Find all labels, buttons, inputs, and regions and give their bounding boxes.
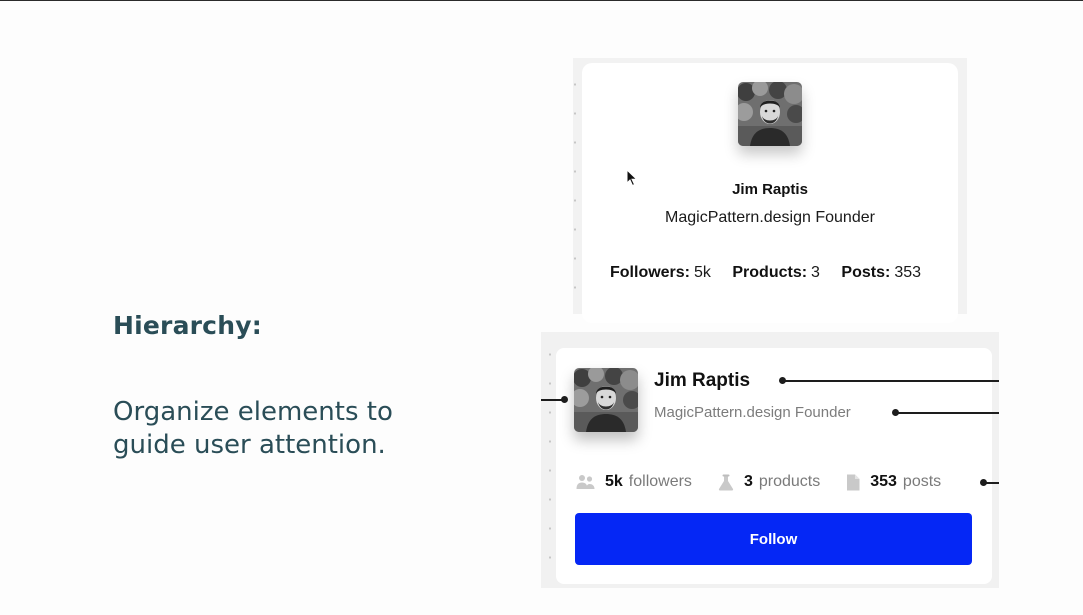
top-divider [0,0,1083,1]
profile-stats: Followers: 5k Products: 3 Posts: 353 [610,264,938,282]
profile-role: MagicPattern.design Founder [665,209,875,226]
dotted-guide [549,340,551,580]
dotted-guide [574,70,576,310]
connector-dot [980,479,987,486]
profile-stats: 5k followers 3 products 353 posts [576,473,941,491]
stat-products: Products: 3 [732,264,820,281]
follow-button[interactable]: Follow [575,513,972,565]
profile-name: Jim Raptis [732,181,808,198]
stat-followers: 5k followers [576,473,692,491]
profile-card-before: Jim Raptis MagicPattern.design Founder F… [582,63,958,323]
avatar [574,368,638,432]
users-icon [576,475,595,489]
avatar-photo [738,82,802,146]
connector-line-name [783,380,999,382]
connector-line-avatar [541,399,563,401]
connector-dot [779,377,786,384]
flask-icon [718,474,734,490]
connector-line-role [896,412,999,414]
profile-role: MagicPattern.design Founder [654,404,851,421]
stat-posts: Posts: 353 [841,264,922,281]
avatar [738,82,802,146]
slide-subtext: Organize elements to guide user attentio… [113,397,393,460]
mouse-cursor-icon [626,169,638,187]
avatar-photo [574,368,638,432]
stat-posts: 353 posts [846,473,941,491]
slide-heading: Hierarchy: [113,311,262,340]
connector-dot [561,396,568,403]
connector-dot [892,409,899,416]
profile-name: Jim Raptis [654,370,751,391]
stat-products: 3 products [718,473,820,491]
stat-followers: Followers: 5k [610,264,711,281]
profile-card-after: Jim Raptis MagicPattern.design Founder 5… [556,348,992,584]
document-icon [847,474,860,490]
